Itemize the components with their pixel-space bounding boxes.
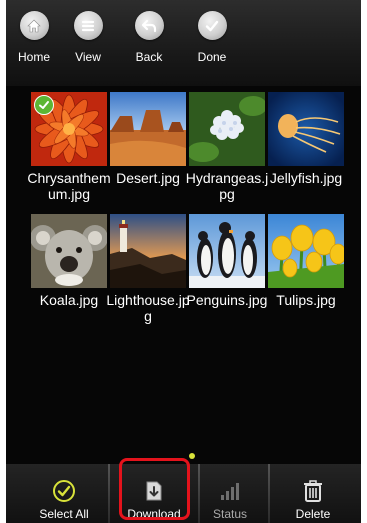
view-button[interactable]: View [63, 11, 113, 64]
file-tile[interactable]: Hydrangeas.jpg [186, 92, 268, 202]
file-thumbnail [268, 92, 344, 166]
status-label: Status [212, 507, 248, 521]
page-indicator-dot [189, 453, 195, 459]
back-label: Back [135, 50, 163, 64]
home-label: Home [17, 50, 50, 64]
home-icon [19, 11, 49, 40]
back-arrow-icon [134, 11, 164, 40]
status-button[interactable]: Status [186, 464, 274, 523]
file-thumbnail [110, 214, 186, 288]
file-tile[interactable]: Koala.jpg [31, 214, 107, 308]
file-tile[interactable]: Lighthouse.jpg [106, 214, 190, 324]
delete-label: Delete [295, 507, 331, 521]
file-tile[interactable]: Chrysanthemum.jpg [27, 92, 111, 202]
selected-check-icon [34, 95, 54, 115]
file-tile[interactable]: Penguins.jpg [187, 214, 267, 308]
select-all-label: Select All [39, 507, 89, 521]
file-name: Chrysanthemum.jpg [27, 170, 111, 202]
done-button[interactable]: Done [187, 11, 237, 64]
download-highlight-box [119, 458, 190, 520]
select-all-check-icon [20, 478, 108, 504]
app-screen: Home View Back Done Chrysanthemum.jpg De… [6, 0, 361, 523]
file-name: Desert.jpg [116, 170, 180, 186]
select-all-button[interactable]: Select All [20, 464, 108, 523]
delete-button[interactable]: Delete [269, 464, 357, 523]
checkmark-icon [197, 11, 227, 40]
view-label: View [75, 50, 101, 64]
file-name: Lighthouse.jpg [106, 292, 190, 324]
file-thumbnail [189, 92, 265, 166]
list-icon [73, 11, 103, 40]
file-tile[interactable]: Jellyfish.jpg [268, 92, 344, 186]
file-tile[interactable]: Tulips.jpg [268, 214, 344, 308]
file-thumbnail [110, 92, 186, 166]
back-button[interactable]: Back [124, 11, 174, 64]
file-thumbnail [31, 92, 107, 166]
file-name: Hydrangeas.jpg [185, 170, 269, 202]
trash-icon [269, 478, 357, 504]
file-name: Penguins.jpg [186, 292, 268, 308]
file-name: Tulips.jpg [276, 292, 336, 308]
file-name: Jellyfish.jpg [269, 170, 343, 186]
file-tile[interactable]: Desert.jpg [110, 92, 186, 186]
file-name: Koala.jpg [39, 292, 99, 308]
top-toolbar: Home View Back Done [6, 0, 361, 86]
file-thumbnail [189, 214, 265, 288]
file-thumbnail [31, 214, 107, 288]
signal-bars-icon [186, 478, 274, 504]
done-label: Done [197, 50, 227, 64]
home-button[interactable]: Home [9, 11, 59, 64]
file-thumbnail [268, 214, 344, 288]
